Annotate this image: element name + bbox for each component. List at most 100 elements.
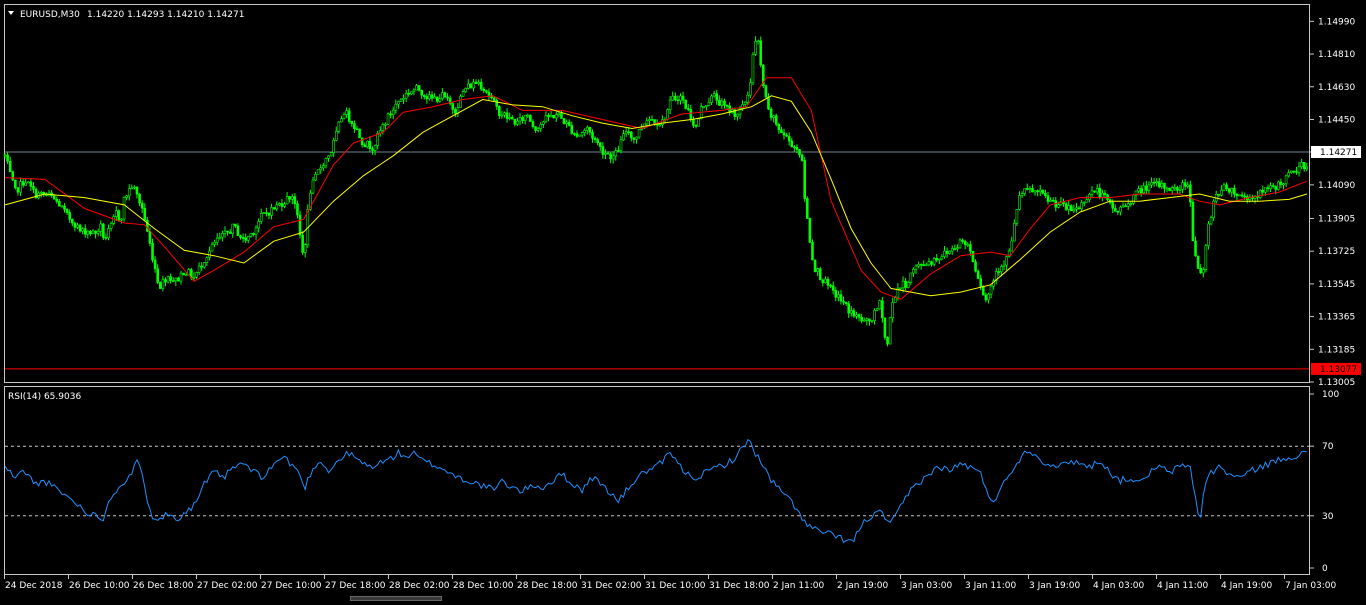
time-tick-label: 27 Dec 18:00 (325, 581, 386, 591)
candle (888, 317, 892, 345)
price-tick-label: 1.13185 (1318, 345, 1355, 355)
bottom-scroll-tab[interactable] (350, 596, 442, 601)
candle (117, 209, 121, 222)
low-price-tag-label: 1.13077 (1320, 365, 1357, 375)
candle (971, 250, 975, 263)
candle (800, 153, 804, 162)
price-panel-label[interactable]: EURUSD,M30 1.14220 1.14293 1.14210 1.142… (8, 10, 244, 20)
candle (878, 299, 882, 310)
time-tick-label: 26 Dec 10:00 (69, 581, 130, 591)
candle (158, 281, 162, 289)
candle (811, 239, 814, 261)
price-tick-label: 1.13905 (1318, 214, 1355, 224)
time-tick-label: 27 Dec 10:00 (261, 581, 322, 591)
time-tick-label: 24 Dec 2018 (5, 581, 63, 591)
time-tick-label: 28 Dec 18:00 (517, 581, 578, 591)
chart-background (0, 0, 1366, 601)
candle (774, 113, 778, 127)
price-tick-label: 1.13545 (1318, 280, 1355, 290)
candle (182, 272, 185, 276)
candle (759, 36, 763, 68)
time-tick-label: 4 Jan 11:00 (1157, 581, 1209, 591)
time-tick-label: 31 Dec 10:00 (645, 581, 706, 591)
time-tick-label: 28 Dec 02:00 (389, 581, 450, 591)
time-tick-label: 4 Jan 19:00 (1221, 581, 1273, 591)
rsi-tick-label: 0 (1322, 564, 1328, 574)
candle (751, 52, 755, 86)
candle (1196, 255, 1200, 270)
candle (562, 118, 566, 125)
candle (386, 112, 390, 126)
current-price-tag-label: 1.14271 (1320, 148, 1357, 158)
chart-window[interactable]: 1.14990 1.14810 1.14630 1.14450 1.14090 1.139… (0, 0, 1366, 601)
time-tick-label: 2 Jan 19:00 (837, 581, 889, 591)
price-tick-label: 1.13725 (1318, 247, 1355, 257)
candle (78, 223, 82, 233)
candle (316, 169, 320, 175)
bottom-strip (0, 595, 1366, 601)
candle (1238, 194, 1241, 197)
time-tick-label: 3 Jan 11:00 (965, 581, 1017, 591)
candle (808, 217, 812, 244)
candle (1207, 220, 1210, 250)
candle (684, 99, 687, 110)
candle (883, 317, 887, 340)
time-tick-label: 31 Dec 18:00 (709, 581, 770, 591)
candle (697, 117, 700, 127)
chart-svg[interactable]: 1.14990 1.14810 1.14630 1.14450 1.14090 1.139… (0, 0, 1366, 601)
candle (166, 275, 170, 284)
candle (459, 94, 462, 109)
time-tick-label: 7 Jan 03:00 (1285, 581, 1337, 591)
price-tick-label: 1.13005 (1318, 378, 1355, 388)
candle (1204, 244, 1208, 273)
candle (1277, 180, 1280, 191)
candle (358, 128, 361, 139)
candle (529, 114, 532, 122)
candle (958, 238, 962, 249)
time-tick-label: 28 Dec 10:00 (453, 581, 514, 591)
rsi-tick-label: 100 (1322, 390, 1339, 400)
price-tick-label: 1.14090 (1318, 181, 1355, 191)
symbol-timeframe-label: EURUSD,M30 (20, 10, 80, 20)
rsi-label: RSI(14) 65.9036 (8, 392, 81, 402)
candle (806, 196, 809, 219)
price-tick-label: 1.13365 (1318, 313, 1355, 323)
rsi-tick-label: 70 (1322, 442, 1334, 452)
price-tick-label: 1.14630 (1318, 83, 1355, 93)
candle (102, 222, 105, 241)
candle (762, 64, 765, 89)
time-tick-label: 2 Jan 11:00 (773, 581, 825, 591)
ohlc-values-label: 1.14220 1.14293 1.14210 1.14271 (87, 10, 244, 20)
candle (262, 212, 266, 215)
candle (1168, 187, 1171, 192)
time-tick-label: 31 Dec 02:00 (581, 581, 642, 591)
candle (552, 114, 555, 119)
price-tick-label: 1.14810 (1318, 50, 1355, 60)
candle (1064, 202, 1068, 211)
time-tick-label: 27 Dec 02:00 (197, 581, 258, 591)
time-tick-label: 3 Jan 03:00 (901, 581, 953, 591)
candle (122, 196, 126, 222)
candle (764, 84, 768, 99)
candle (298, 210, 302, 239)
candle (469, 82, 473, 89)
price-tick-label: 1.14990 (1318, 17, 1355, 27)
candle (803, 156, 807, 202)
candle (818, 266, 822, 281)
time-tick-label: 4 Jan 03:00 (1093, 581, 1145, 591)
candle (813, 259, 817, 273)
candle (1258, 189, 1262, 200)
candle (637, 128, 641, 139)
candle (1015, 209, 1019, 227)
candle (1191, 198, 1195, 242)
candle (1132, 193, 1135, 206)
time-tick-label: 26 Dec 18:00 (133, 581, 194, 591)
rsi-tick-label: 30 (1322, 512, 1334, 522)
candle (329, 151, 333, 157)
candle (11, 170, 15, 182)
price-tick-label: 1.14450 (1318, 115, 1355, 125)
candle (578, 134, 581, 137)
candle (492, 97, 496, 102)
time-tick-label: 3 Jan 19:00 (1029, 581, 1081, 591)
candle (1212, 199, 1215, 221)
